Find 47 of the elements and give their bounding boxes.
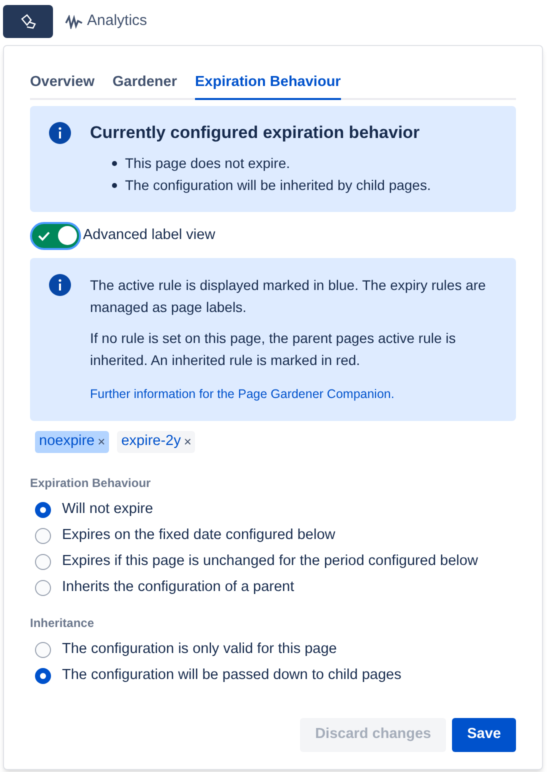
remove-label-button[interactable]: × [98,432,106,452]
check-icon [38,230,50,241]
bullet-icon [112,160,117,166]
radio-option[interactable]: The configuration is only valid for this page [30,636,516,663]
radio-button[interactable] [35,502,51,518]
radio-label: The configuration is only valid for this page [62,640,337,659]
tab[interactable]: Overview [30,72,94,100]
info-item: The configuration will be inherited by child pages. [125,176,431,195]
info-link[interactable]: Further information for the Page Gardener Companion. [90,382,497,405]
radio-option[interactable]: Inherits the configuration of a parent [30,574,516,601]
radio-option[interactable]: Will not expire [30,496,516,523]
save-button[interactable]: Save [452,718,516,752]
section-heading: Inheritance [30,614,96,632]
toggle-knob [58,226,77,246]
radio-label: Expires on the fixed date configured below [62,526,336,545]
radio-button[interactable] [35,580,51,596]
info-icon [49,274,71,296]
bullet-icon [112,182,117,188]
label-tag[interactable]: expire-2y × [117,430,196,453]
radio-label: The configuration will be passed down to child pages [62,666,402,685]
section-heading: Expiration Behaviour [30,474,152,492]
info-title: Currently configured expiration behavior [90,122,421,144]
tab[interactable]: Gardener [112,72,177,100]
app-button[interactable] [3,5,53,38]
analytics-link[interactable]: Analytics [65,10,148,33]
toggle-label: Advanced label view [83,226,216,245]
info-paragraph: The active rule is displayed marked in blue. The expiry rules are managed as page labels. [90,276,487,317]
label-text: noexpire [39,432,95,451]
radio-label: Will not expire [62,500,154,519]
tab[interactable]: Expiration Behaviour [194,72,341,100]
label-tag[interactable]: noexpire × [35,430,110,453]
radio-label: Expires if this page is unchanged for the period configured below [62,552,478,571]
toggle-switch[interactable] [30,222,81,250]
radio-option[interactable]: Expires if this page is unchanged for the period configured below [30,548,516,575]
info-paragraph: If no rule is set on this page, the parent pages active rule is inherited. An inherited rule is marked in red. [90,328,457,370]
info-item: This page does not expire. [125,154,290,173]
radio-button[interactable] [35,642,51,658]
radio-button[interactable] [35,528,51,544]
pulse-icon [65,14,83,28]
radio-label: Inherits the configuration of a parent [62,578,294,597]
remove-label-button[interactable]: × [184,432,192,452]
radio-option[interactable]: Expires on the fixed date configured below [30,522,516,549]
info-icon [49,122,71,144]
radio-button[interactable] [35,554,51,570]
radio-option[interactable]: The configuration will be passed down to child pages [30,662,516,689]
label-text: expire-2y [121,432,181,451]
radio-button[interactable] [35,668,51,684]
